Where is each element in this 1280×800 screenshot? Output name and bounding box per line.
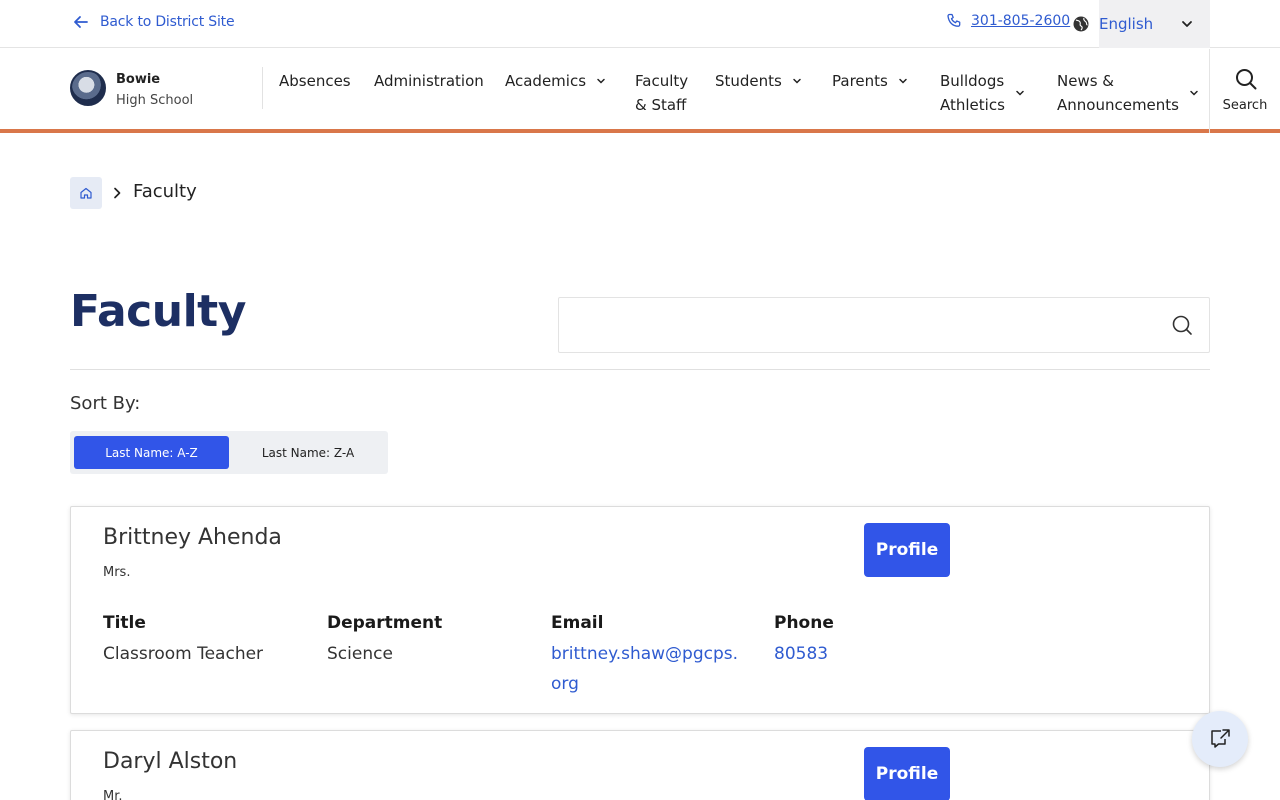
nav-item-faculty-staff[interactable]: Faculty & Staff [635,69,688,117]
site-search-button[interactable]: Search [1209,49,1280,133]
faculty-card: Brittney Ahenda Mrs. Profile Title Class… [70,506,1210,714]
chevron-down-icon [793,78,801,84]
nav-item-administration[interactable]: Administration [374,69,484,93]
sort-za-button[interactable]: Last Name: Z-A [233,436,383,469]
faculty-prefix: Mr. [103,789,123,800]
faculty-phone-link[interactable]: 80583 [774,639,984,669]
chevron-down-icon [1182,21,1192,27]
utility-bar: Back to District Site 301-805-2600 Engli… [0,0,1280,48]
nav-item-label: Absences [279,72,351,90]
phone-icon [947,13,961,27]
breadcrumb-home[interactable] [70,177,102,209]
chevron-down-icon [597,78,605,84]
external-chat-icon [1211,729,1230,748]
faculty-phone-col: Phone 80583 [774,611,984,669]
chat-button[interactable] [1192,711,1248,767]
faculty-card: Daryl Alston Mr. Profile [70,730,1210,800]
home-icon [80,187,92,199]
nav-item-students[interactable]: Students [715,69,802,93]
profile-button[interactable]: Profile [864,747,950,800]
email-line: brittney.shaw@pgcps. [551,644,739,664]
globe-icon [1073,16,1089,32]
phone-number: 301-805-2600 [971,13,1071,29]
faculty-title-col: Title Classroom Teacher [103,611,313,669]
page-title: Faculty [70,286,246,337]
search-label: Search [1222,98,1268,113]
nav-item-label: Parents [832,72,888,90]
faculty-name: Brittney Ahenda [103,525,282,550]
faculty-department-col: Department Science [327,611,537,669]
nav-item-absences[interactable]: Absences [279,69,351,93]
email-line: org [551,674,579,694]
school-name-line1: Bowie [116,72,161,87]
faculty-prefix: Mrs. [103,565,131,580]
directory-search-input[interactable] [559,298,1159,352]
faculty-email-col: Email brittney.shaw@pgcps. org [551,611,761,699]
nav-item-parents[interactable]: Parents [832,69,908,93]
chevron-down-icon [1190,90,1198,96]
nav-divider [262,67,263,109]
chevron-down-icon [1016,90,1024,96]
arrow-left-icon [74,16,88,28]
nav-item-label: Academics [505,72,587,90]
profile-button[interactable]: Profile [864,523,950,577]
nav-item-label: News & Announcements [1057,72,1179,114]
title-header: Title [103,613,146,633]
back-link-label: Back to District Site [100,14,235,30]
search-icon [1236,69,1257,90]
phone-header: Phone [774,613,834,633]
school-name-line2: High School [116,93,194,108]
faculty-title: Classroom Teacher [103,644,264,664]
sort-az-button[interactable]: Last Name: A-Z [74,436,229,469]
faculty-department: Science [327,644,393,664]
nav-item-news-announcements[interactable]: News & Announcements [1057,69,1199,117]
language-select[interactable]: English [1099,0,1210,48]
search-icon[interactable] [1171,314,1193,336]
divider [70,369,1210,370]
back-to-district-link[interactable]: Back to District Site [72,13,235,31]
nav-item-label: Students [715,72,782,90]
school-logo[interactable] [70,70,106,106]
email-header: Email [551,613,604,633]
faculty-name: Daryl Alston [103,749,238,774]
faculty-email-link[interactable]: brittney.shaw@pgcps. org [551,639,761,699]
chevron-down-icon [899,78,907,84]
nav-item-label: Administration [374,72,484,90]
sort-toggle-group: Last Name: A-Z Last Name: Z-A [70,431,388,474]
main-nav: Bowie High School Absences Administratio… [0,49,1280,133]
nav-item-label: Bulldogs Athletics [940,72,1005,114]
language-selected: English [1099,15,1154,33]
chevron-right-icon [114,187,121,199]
nav-item-bulldogs-athletics[interactable]: Bulldogs Athletics [940,69,1025,117]
department-header: Department [327,613,443,633]
breadcrumb-current: Faculty [133,181,197,202]
nav-item-label: Faculty & Staff [635,72,689,114]
nav-item-academics[interactable]: Academics [505,69,606,93]
phone-link[interactable]: 301-805-2600 [946,13,1070,29]
sort-label: Sort By: [70,393,141,414]
directory-search [558,297,1210,353]
school-name[interactable]: Bowie High School [116,69,193,111]
